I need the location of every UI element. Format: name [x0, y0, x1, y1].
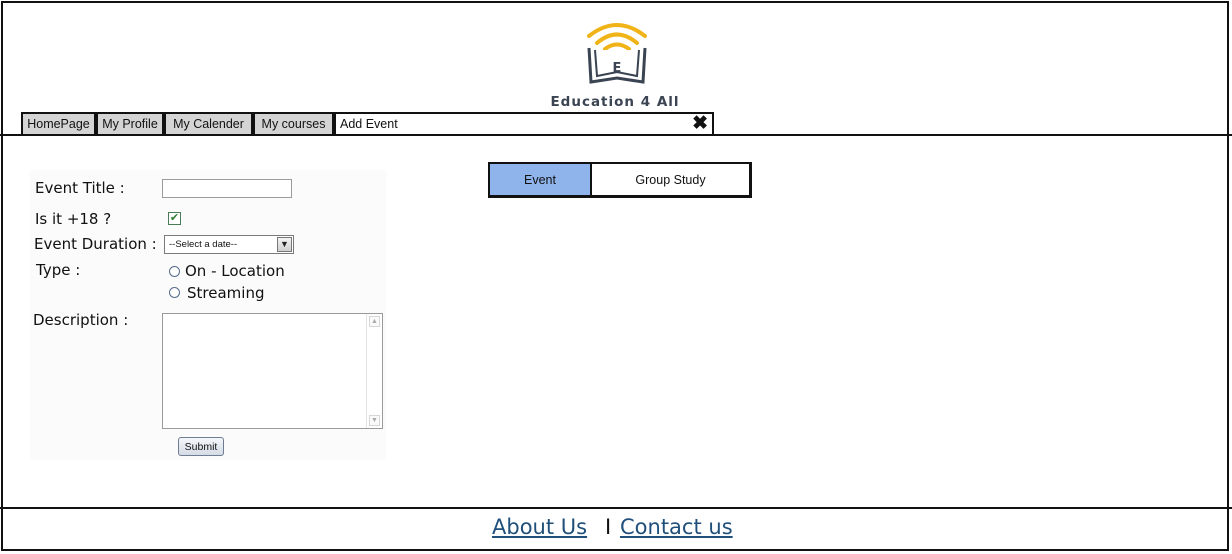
age-label: Is it +18 ? [35, 210, 112, 228]
scrollbar[interactable]: ▲ ▼ [366, 314, 382, 428]
tab-label: Add Event [340, 117, 398, 131]
type-label: Type : [36, 261, 81, 279]
tab-divider [0, 134, 1232, 136]
radio-on-location-label: On - Location [185, 262, 285, 280]
event-type-switch: Event Group Study [488, 162, 752, 198]
close-icon[interactable]: ✖ [692, 114, 708, 133]
tab-label: My courses [261, 117, 326, 131]
logo-letter: E [613, 61, 622, 76]
tab-my-profile[interactable]: My Profile [96, 112, 164, 134]
tab-label: My Calender [173, 117, 244, 131]
brand-logo: E Education 4 All [521, 16, 709, 110]
footer-divider [0, 507, 1232, 509]
radio-streaming[interactable] [169, 287, 180, 298]
radio-on-location[interactable] [169, 266, 180, 277]
age-checkbox[interactable]: ✔ [168, 212, 181, 225]
event-title-input[interactable] [162, 179, 292, 198]
tab-homepage[interactable]: HomePage [21, 112, 96, 134]
event-duration-label: Event Duration : [34, 235, 157, 253]
footer-separator: I [605, 515, 612, 539]
education-logo-icon: E [587, 23, 647, 84]
tab-add-event[interactable]: Add Event ✖ [334, 112, 714, 134]
event-title-label: Event Title : [35, 179, 125, 197]
tab-my-courses[interactable]: My courses [253, 112, 334, 134]
event-duration-select[interactable]: --Select a date-- ▼ [164, 235, 294, 254]
description-label: Description : [33, 311, 129, 329]
about-us-link[interactable]: About Us [492, 515, 587, 539]
scroll-down-icon[interactable]: ▼ [369, 415, 380, 426]
segment-group-study[interactable]: Group Study [592, 164, 749, 195]
select-value: --Select a date-- [169, 239, 238, 250]
tab-label: My Profile [102, 117, 158, 131]
contact-us-link[interactable]: Contact us [620, 515, 733, 539]
submit-button[interactable]: Submit [178, 437, 224, 456]
segment-event[interactable]: Event [490, 164, 592, 195]
description-textarea[interactable]: ▲ ▼ [162, 313, 383, 429]
scroll-up-icon[interactable]: ▲ [369, 316, 380, 327]
tab-my-calender[interactable]: My Calender [164, 112, 253, 134]
tab-label: HomePage [27, 117, 90, 131]
chevron-down-icon[interactable]: ▼ [277, 237, 292, 252]
radio-streaming-label: Streaming [187, 284, 265, 302]
brand-name: Education 4 All [550, 94, 680, 110]
